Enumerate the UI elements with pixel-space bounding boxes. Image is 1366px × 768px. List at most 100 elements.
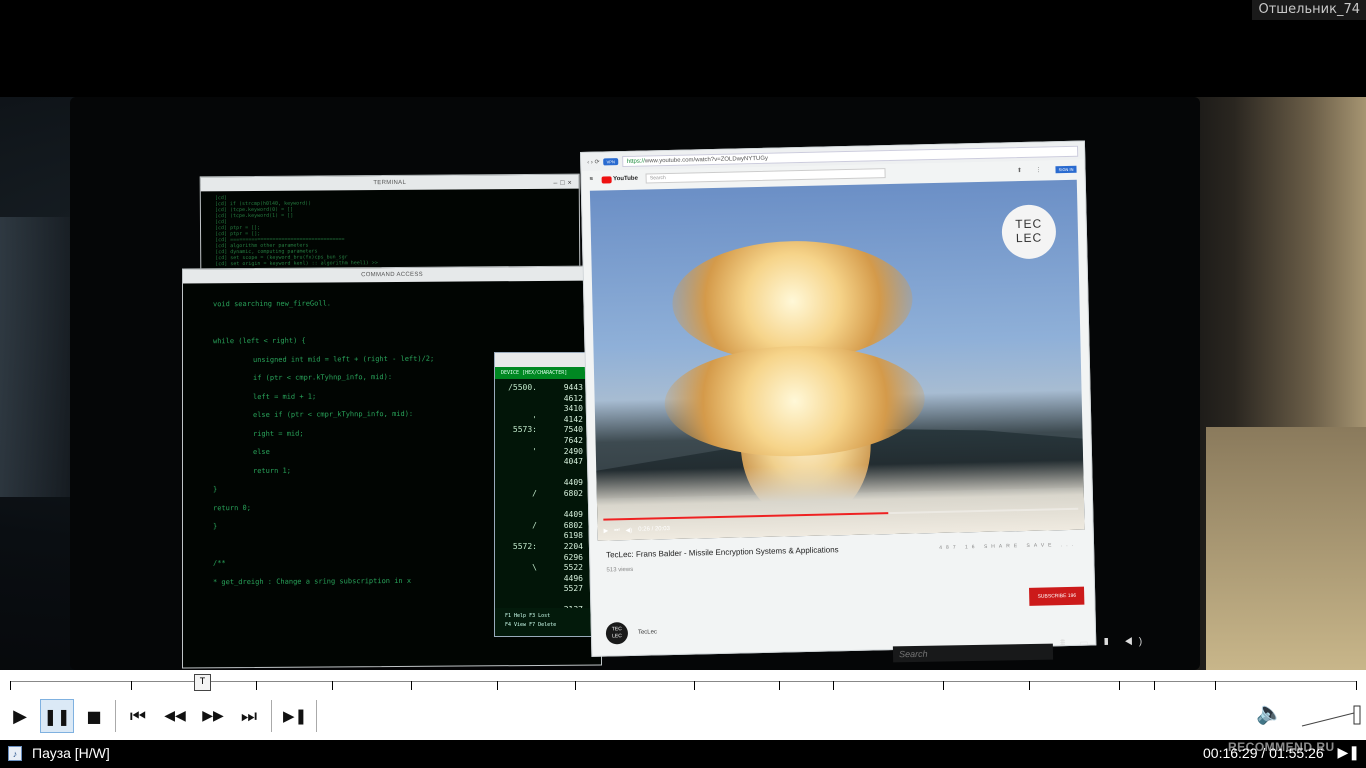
hex-row-value: 4047 [563,457,583,467]
url-text: www.youtube.com/watch?v=ZOLDwyNYTUGy [644,155,769,165]
recommend-watermark: RECOMMEND.RU [1228,740,1335,754]
chapter-tick [1029,681,1030,690]
hex-row-value: 6296 [563,552,583,562]
chapter-tick [1215,681,1216,690]
hex-row-value: 5527 [563,584,583,594]
seek-thumb[interactable]: T [194,674,211,691]
hex-row-address [495,457,543,468]
channel-name: TecLec [637,629,658,636]
taskbar-search: Search [892,643,1054,663]
youtube-logo-text: YouTube [613,175,638,183]
chapter-tick [943,681,944,690]
browser-window: ‹ › ⟳ VPN https://www.youtube.com/watch?… [580,140,1097,657]
player-time: 0:26 / 20:03 [638,526,671,533]
play-icon: ▶ [603,528,609,535]
hex-row-address [495,531,543,542]
channel-avatar: TEC LEC [605,622,629,645]
volume-slider[interactable] [1300,702,1362,728]
terminal-title: TERMINAL [373,179,407,187]
media-player-window: Отшельник_74 TERMINAL –□× [cd] [cd] if (s… [0,0,1366,768]
status-bar: ♪ Пауза [H/W] 00:16:29 / 01:55:26 RECOMM… [0,740,1366,768]
badge-line: LEC [1015,230,1043,246]
playback-status: Пауза [H/W] [32,745,110,761]
forward-button[interactable]: ▶▶ [196,699,230,733]
hex-row-address [495,510,543,521]
channel-row: TEC LEC TecLec [605,621,658,645]
explosion-cap [671,238,914,364]
hex-row-value: 4496 [563,573,583,583]
play-button[interactable]: ▶ [3,699,37,733]
chapter-tick [1356,681,1357,690]
chapter-tick [1119,681,1120,690]
chapter-tick [411,681,412,690]
youtube-search: Search [645,168,886,184]
hex-row-address [495,595,543,606]
url-scheme: https:// [626,158,645,165]
volume-icon: ◀) [625,527,633,535]
stop-button[interactable]: ■ [77,699,111,733]
hex-row-value: 6198 [563,531,583,541]
signin-button: SIGN IN [1055,165,1077,173]
hex-row-address: ' [532,414,537,424]
previous-button[interactable]: ⏮ [121,699,155,733]
hex-row-value: 4612 [563,393,583,403]
hex-row-address: 5572: [512,541,537,551]
window-controls-icon: –□× [553,179,575,187]
video-frame[interactable]: TERMINAL –□× [cd] [cd] if (strcmp(h0l40, … [0,97,1366,670]
volume-icon[interactable]: 🔈 [1256,700,1283,726]
user-watermark: Отшельник_74 [1252,0,1366,20]
hex-row-address [495,478,543,489]
hex-row-address: /5500. [508,383,537,392]
hex-row-value: 7642 [563,435,583,445]
chapter-tick [1154,681,1155,690]
terminal-window: TERMINAL –□× [cd] [cd] if (strcmp(h0l40, … [199,173,581,277]
hex-footer-line: F1 Help F3 Lost [505,613,551,619]
hex-row-address: \ [532,563,537,573]
hex-row-value: 4409 [563,478,583,488]
hex-row-value: 9443 [563,383,583,392]
separator [115,700,116,732]
hex-row-address: ' [532,446,537,456]
room-left-background [0,217,70,497]
youtube-logo: YouTube [601,175,638,184]
hex-row-address [495,468,543,479]
chapter-tick [497,681,498,690]
youtube-controls: ▶ ⏭ ◀) 0:26 / 20:03 [604,526,671,535]
teclec-badge: TEC LEC [1001,204,1057,260]
hex-row-address [495,436,543,447]
hex-row-value: 6802 [563,488,583,498]
hex-row-value: 7540 [563,425,583,435]
header-icons: ⬆ ⋮ [1016,166,1048,174]
hex-row-address [495,584,543,595]
nav-arrows-icon: ‹ › ⟳ [587,159,600,166]
separator [271,700,272,732]
chapter-tick [332,681,333,690]
hex-row-address [495,553,543,564]
hex-row-address [495,404,543,415]
pause-button[interactable]: ❚❚ [40,699,74,733]
room-shelf [1206,427,1366,670]
hex-row-address: 5573: [512,425,537,435]
hex-row-value [543,500,583,511]
rewind-button[interactable]: ◀◀ [158,699,192,733]
chapter-tick [10,681,11,690]
system-tray-icons: ⩩ ▭ ▮ ◀) [1059,636,1149,649]
subscribe-button: SUBSCRIBE 196 [1029,586,1085,606]
playback-mode-icon[interactable]: ▶❚ [1338,744,1361,761]
hex-row-value: 2490 [563,446,583,456]
hex-row-value [543,468,583,479]
command-access-titlebar: COMMAND ACCESS [183,266,601,284]
vpn-badge: VPN [603,157,618,165]
hex-row-value: 6802 [563,520,583,530]
hex-row-address [495,574,543,585]
frame-step-button[interactable]: ▶❚ [278,699,312,733]
hex-row-value [543,595,583,606]
hex-row-address [495,500,543,511]
chapter-tick [833,681,834,690]
seek-bar[interactable]: T [0,670,1366,692]
menu-icon: ≡ [589,176,594,183]
youtube-play-icon [601,175,612,184]
hex-row-address: / [532,488,537,498]
terminal-lines: [cd] [cd] if (strcmp(h0l40, keyword)) [cd]… [201,189,580,268]
next-button[interactable]: ⏭ [232,699,266,733]
